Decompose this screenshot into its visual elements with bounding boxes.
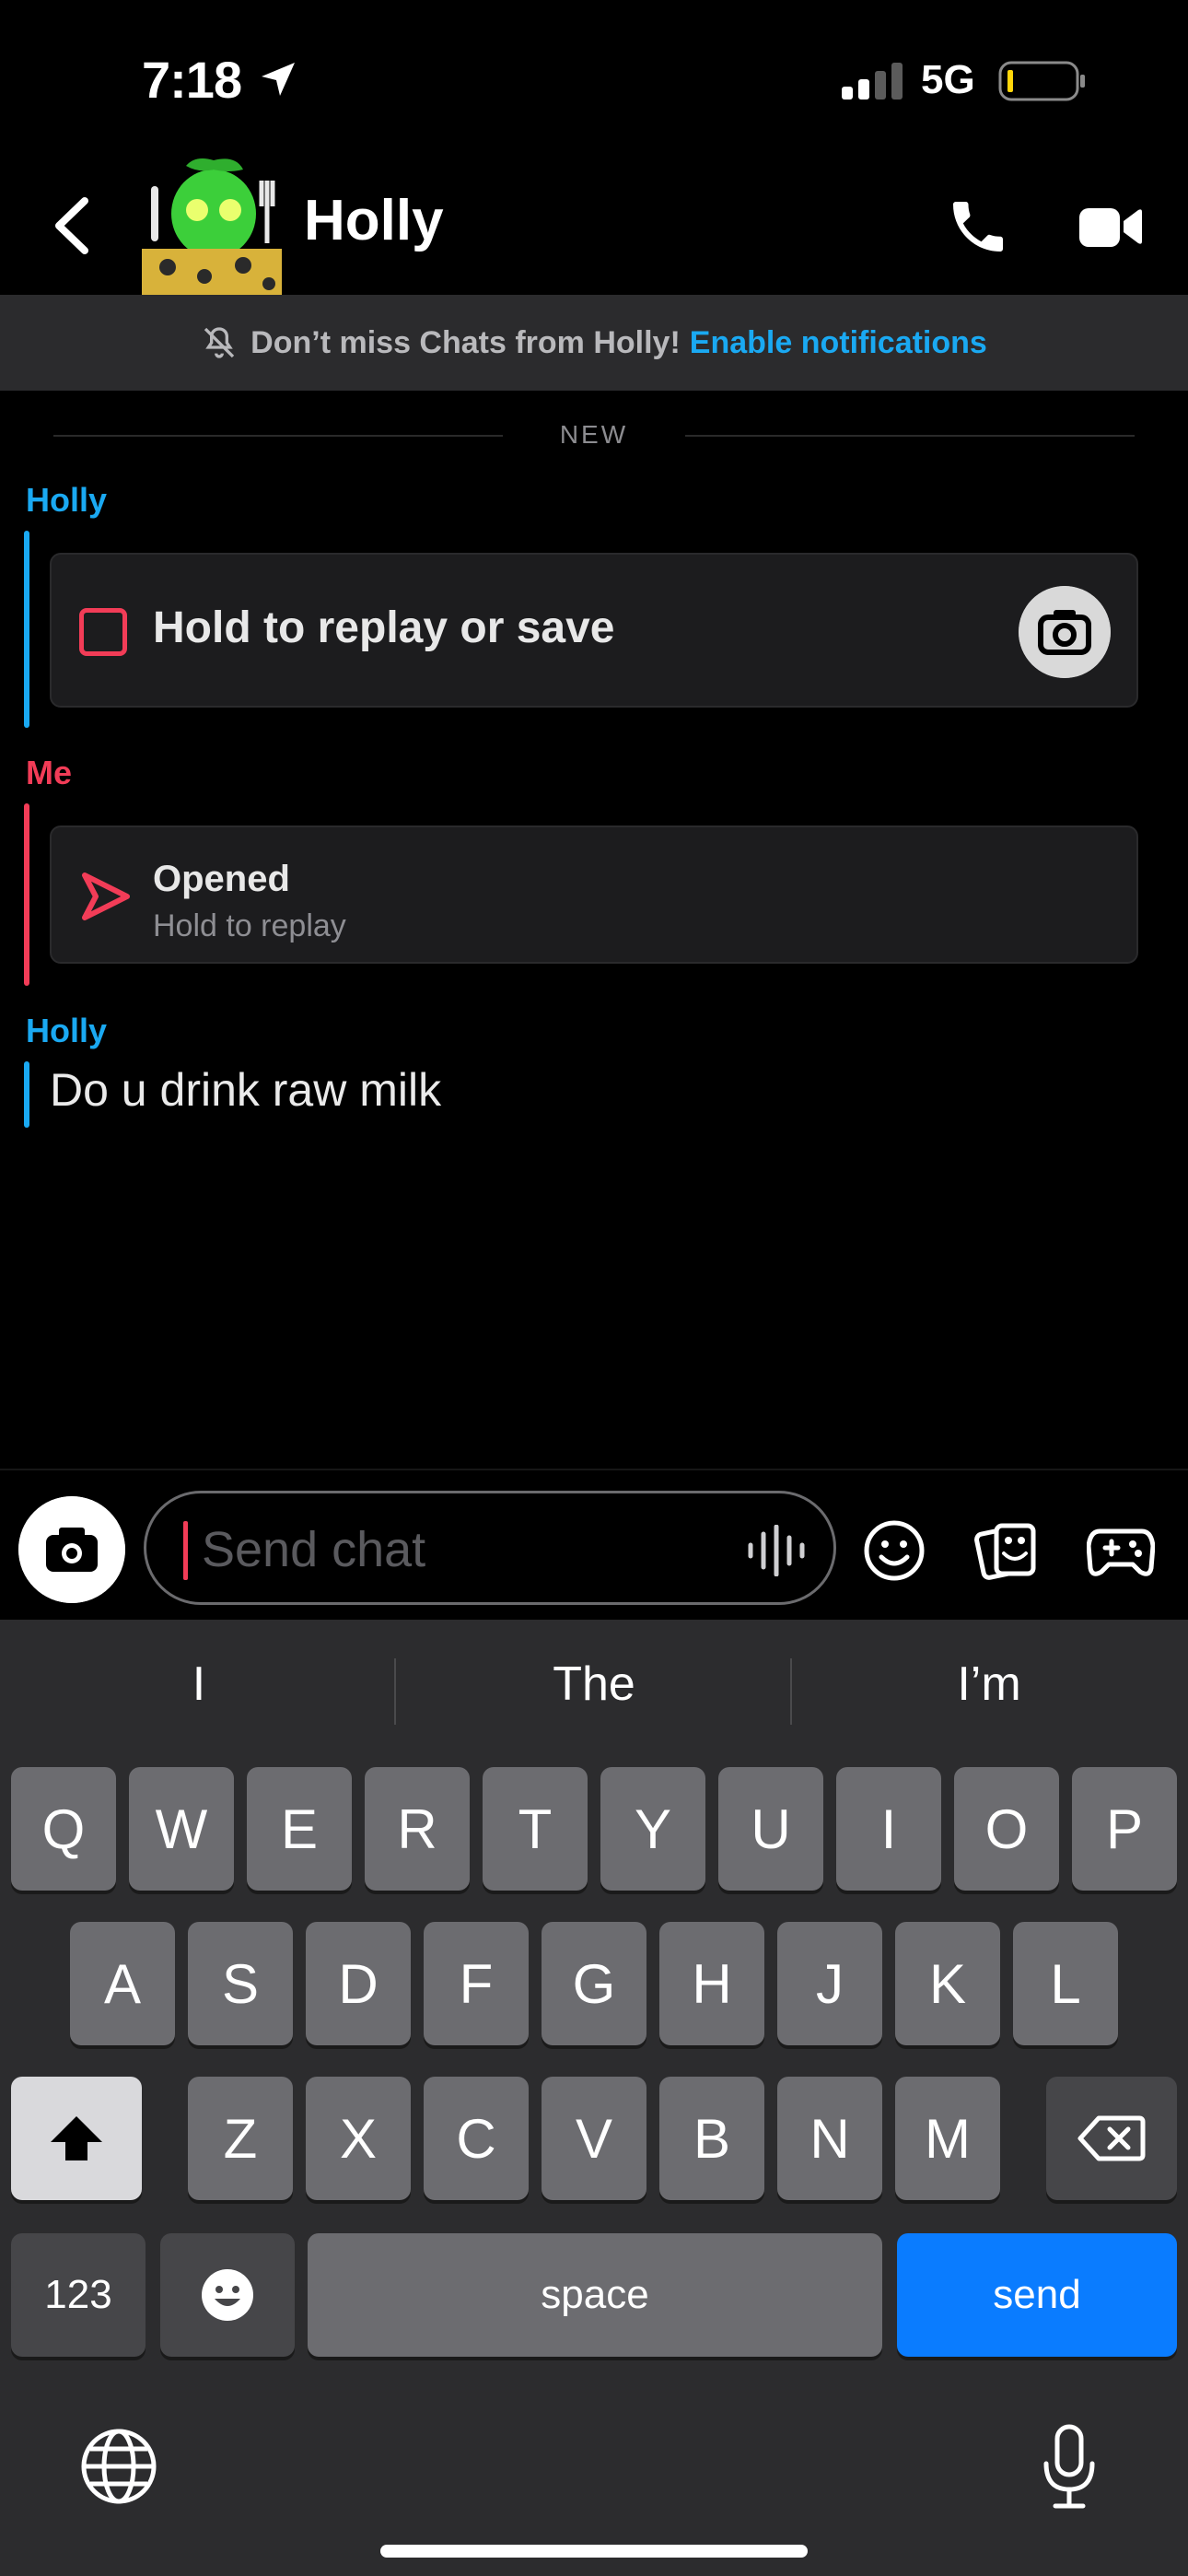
key-s[interactable]: S (188, 1922, 293, 2045)
key-q[interactable]: Q (11, 1767, 116, 1891)
battery-icon (998, 61, 1085, 101)
key-n[interactable]: N (777, 2077, 882, 2200)
notification-banner: Don’t miss Chats from Holly! Enable noti… (0, 295, 1188, 391)
camera-reply-icon[interactable] (1019, 586, 1111, 678)
key-r[interactable]: R (365, 1767, 470, 1891)
key-p[interactable]: P (1072, 1767, 1177, 1891)
key-a[interactable]: A (70, 1922, 175, 2045)
sender-label-holly: Holly (26, 481, 108, 519)
network-type: 5G (921, 57, 975, 102)
opened-snap-arrow-icon (82, 872, 130, 920)
suggestion-1[interactable]: I (2, 1657, 396, 1712)
globe-icon[interactable] (79, 2427, 158, 2506)
contact-name[interactable]: Holly (304, 188, 444, 253)
bell-off-icon (204, 327, 235, 358)
sent-snap[interactable]: Opened Hold to replay (50, 825, 1138, 964)
send-key[interactable]: send (897, 2233, 1177, 2357)
key-k[interactable]: K (895, 1922, 1000, 2045)
home-indicator[interactable] (380, 2545, 808, 2558)
suggestion-2[interactable]: The (397, 1657, 791, 1712)
emoji-icon[interactable] (862, 1518, 926, 1583)
text-caret (183, 1521, 188, 1580)
cellular-signal-icon (842, 63, 903, 100)
key-m[interactable]: M (895, 2077, 1000, 2200)
send-chat-input[interactable]: Send chat (144, 1491, 836, 1605)
memories-sticker-icon[interactable] (974, 1518, 1039, 1583)
thread-bar (24, 531, 29, 728)
key-y[interactable]: Y (600, 1767, 705, 1891)
new-messages-divider: NEW (53, 416, 1135, 453)
key-c[interactable]: C (424, 2077, 529, 2200)
key-j[interactable]: J (777, 1922, 882, 2045)
video-call-icon[interactable] (1077, 199, 1144, 254)
suggestion-3[interactable]: I’m (792, 1657, 1186, 1712)
location-arrow-icon (262, 63, 295, 96)
avatar[interactable] (140, 157, 284, 295)
emoji-key[interactable] (160, 2233, 295, 2357)
key-d[interactable]: D (306, 1922, 411, 2045)
key-h[interactable]: H (659, 1922, 764, 2045)
snap-hint: Hold to replay (153, 908, 346, 943)
key-u[interactable]: U (718, 1767, 823, 1891)
key-z[interactable]: Z (188, 2077, 293, 2200)
sender-label-holly: Holly (26, 1012, 108, 1049)
key-x[interactable]: X (306, 2077, 411, 2200)
shift-arrow-icon (51, 2116, 102, 2160)
key-w[interactable]: W (129, 1767, 234, 1891)
keyboard: I The I’m Q W E R T Y U I O P A S D F G … (0, 1620, 1188, 2576)
snap-label: Hold to replay or save (153, 603, 615, 652)
key-e[interactable]: E (247, 1767, 352, 1891)
chat-header: Holly (0, 157, 1188, 295)
sender-label-me: Me (26, 754, 73, 791)
phone-call-icon[interactable] (945, 193, 1011, 260)
space-key[interactable]: space (308, 2233, 882, 2357)
thread-bar (24, 803, 29, 986)
key-f[interactable]: F (424, 1922, 529, 2045)
text-message: Do u drink raw milk (50, 1064, 442, 1116)
key-b[interactable]: B (659, 2077, 764, 2200)
emoji-face-icon (202, 2269, 253, 2321)
game-controller-icon[interactable] (1087, 1520, 1155, 1581)
camera-icon[interactable] (18, 1496, 125, 1603)
chat-input-bar: Send chat (0, 1469, 1188, 1620)
status-bar: 7:18 5G (0, 0, 1188, 157)
status-time: 7:18 (142, 51, 242, 109)
key-l[interactable]: L (1013, 1922, 1118, 2045)
thread-bar (24, 1061, 29, 1128)
enable-notifications-link[interactable]: Enable notifications (690, 325, 987, 361)
key-v[interactable]: V (542, 2077, 646, 2200)
key-o[interactable]: O (954, 1767, 1059, 1891)
shift-key[interactable] (11, 2077, 142, 2200)
key-i[interactable]: I (836, 1767, 941, 1891)
voice-waveform-icon[interactable] (745, 1525, 809, 1576)
notification-text: Don’t miss Chats from Holly! (250, 324, 681, 360)
unopened-snap-icon (79, 608, 127, 656)
input-placeholder: Send chat (202, 1522, 426, 1577)
microphone-icon[interactable] (1039, 2423, 1100, 2512)
received-snap[interactable]: Hold to replay or save (50, 553, 1138, 708)
snap-status: Opened (153, 859, 290, 899)
numbers-key[interactable]: 123 (11, 2233, 146, 2357)
backspace-icon (1077, 2115, 1146, 2161)
key-g[interactable]: G (542, 1922, 646, 2045)
suggestion-bar: I The I’m (0, 1620, 1188, 1763)
backspace-key[interactable] (1046, 2077, 1177, 2200)
key-t[interactable]: T (483, 1767, 588, 1891)
back-chevron-icon[interactable] (46, 193, 101, 258)
